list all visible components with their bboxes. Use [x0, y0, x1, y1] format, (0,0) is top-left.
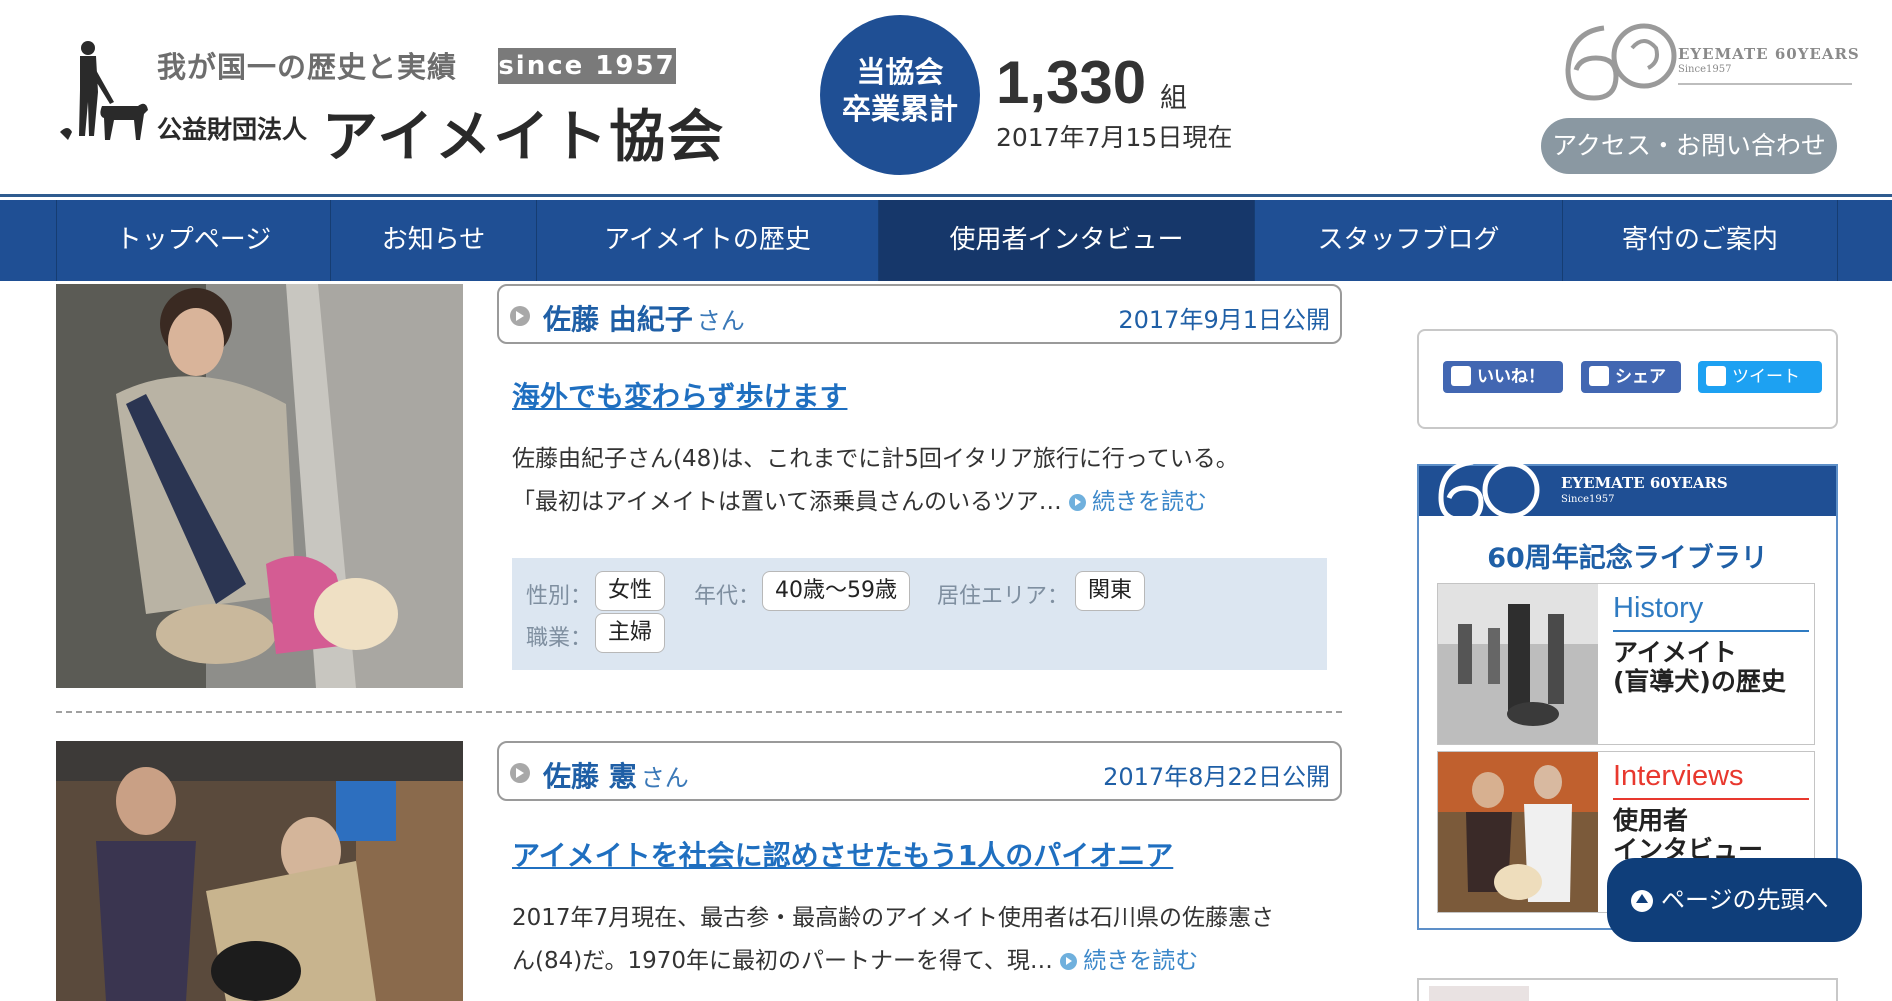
interview-header: 佐藤 憲さん 2017年8月22日公開 [497, 741, 1342, 801]
nav-item-top[interactable]: トップページ [56, 200, 330, 281]
nav-divider [1837, 200, 1838, 281]
library-banner-subtext: Since1957 [1561, 494, 1615, 505]
nav-item-donation[interactable]: 寄付のご案内 [1562, 200, 1837, 281]
interviewee-name-text: 佐藤 由紀子 [543, 303, 693, 336]
back-to-top-label: ページの先頭へ [1661, 886, 1829, 914]
graduates-unit: 組 [1160, 83, 1187, 114]
sidebar-next-box [1417, 978, 1838, 1001]
tag-job[interactable]: 主婦 [595, 613, 666, 653]
read-more-label: 続きを読む [1083, 948, 1199, 974]
read-more-link[interactable]: 続きを読む [1069, 489, 1207, 515]
back-to-top-button[interactable]: ページの先頭へ [1607, 858, 1862, 942]
library-item-jp-line: 使用者 [1613, 806, 1689, 835]
graduates-circle-line2: 卒業累計 [841, 92, 958, 126]
nav-item-history[interactable]: アイメイトの歴史 [536, 200, 878, 281]
anniversary-text: EYEMATE 60YEARS [1678, 45, 1860, 63]
facebook-icon [1589, 366, 1609, 386]
publish-date: 2017年9月1日公開 [1118, 306, 1330, 334]
library-item-jp: アイメイト (盲導犬)の歴史 [1613, 638, 1786, 696]
graduates-circle: 当協会 卒業累計 [820, 15, 980, 175]
entry-divider [56, 711, 1342, 713]
graduates-count: 1,330 [996, 49, 1147, 116]
read-more-link[interactable]: 続きを読む [1060, 948, 1198, 974]
share-label: シェア [1615, 367, 1666, 387]
sidebar-next-thumbnail [1429, 986, 1529, 1001]
twitter-bird-icon [1706, 366, 1726, 386]
interviewee-name[interactable]: 佐藤 由紀子 さん [543, 298, 745, 338]
honorific: さん [696, 307, 745, 335]
since-badge: since 1957 [498, 48, 676, 84]
tag-age[interactable]: 40歳～59歳 [762, 571, 910, 611]
social-share-box: いいね！ シェア ツイート [1417, 329, 1838, 429]
arrow-up-icon [1631, 890, 1653, 912]
library-banner: EYEMATE 60YEARS Since1957 [1419, 459, 1836, 523]
library-item-rule [1613, 630, 1809, 632]
site-header: 我が国一の歴史と実績 since 1957 公益財団法人 アイメイト協会 当協会… [0, 0, 1892, 197]
graduates-circle-line1: 当協会 [856, 55, 944, 89]
tagline: 我が国一の歴史と実績 [157, 50, 458, 84]
interview-photo[interactable] [56, 284, 463, 688]
facebook-like-button[interactable]: いいね！ [1443, 361, 1563, 393]
excerpt-line: 「最初はアイメイトは置いて添乗員さんのいるツア… [512, 489, 1062, 515]
library-item-rule [1613, 798, 1809, 800]
interview-title-link[interactable]: 海外でも変わらず歩けます [512, 375, 847, 415]
arrow-right-icon [1069, 494, 1087, 511]
honorific: さん [640, 764, 689, 792]
anniversary-60-icon [1438, 459, 1540, 523]
excerpt-line: ん(84)だ。1970年に最初のパートナーを得て、現… [512, 948, 1053, 974]
library-item-en: Interviews [1613, 760, 1744, 792]
access-contact-button[interactable]: アクセス・お問い合わせ [1541, 118, 1837, 174]
interview-photo[interactable] [56, 741, 463, 1001]
interviews-photo [1438, 752, 1598, 912]
graduates-as-of: 2017年7月15日現在 [996, 123, 1233, 152]
interview-header: 佐藤 由紀子 さん 2017年9月1日公開 [497, 284, 1342, 344]
thumbs-up-icon [1451, 366, 1471, 386]
interview-excerpt: 佐藤由紀子さん(48)は、これまでに計5回イタリア旅行に行っている。 「最初はア… [512, 438, 1332, 524]
tag-label-age: 年代： [694, 584, 761, 609]
tag-area[interactable]: 関東 [1075, 571, 1146, 611]
nav-item-news[interactable]: お知らせ [330, 200, 536, 281]
history-photo [1438, 584, 1598, 744]
arrow-right-icon [510, 306, 530, 326]
guide-dog-logo-icon [60, 41, 148, 140]
publish-date: 2017年8月22日公開 [1103, 763, 1330, 791]
interview-excerpt: 2017年7月現在、最古参・最高齢のアイメイト使用者は石川県の佐藤憲さ ん(84… [512, 897, 1332, 983]
library-item-jp-line: アイメイト [1613, 638, 1737, 667]
interview-title-link[interactable]: アイメイトを社会に認めさせたもう1人のパイオニア [512, 834, 1173, 874]
nav-item-staff-blog[interactable]: スタッフブログ [1254, 200, 1562, 281]
tag-label-job: 職業： [526, 626, 593, 651]
library-banner-text: EYEMATE 60YEARS [1561, 474, 1728, 492]
library-item-history[interactable]: History アイメイト (盲導犬)の歴史 [1437, 583, 1815, 745]
anniversary-subtext: Since1957 [1678, 64, 1732, 75]
tweet-label: ツイート [1732, 367, 1800, 387]
facebook-share-button[interactable]: シェア [1581, 361, 1681, 393]
library-item-jp-line: (盲導犬)の歴史 [1613, 667, 1786, 696]
tweet-button[interactable]: ツイート [1698, 361, 1822, 393]
tag-label-gender: 性別： [526, 584, 593, 609]
interviewee-name[interactable]: 佐藤 憲さん [543, 755, 689, 795]
library-item-en: History [1613, 592, 1704, 624]
excerpt-line: 2017年7月現在、最古参・最高齢のアイメイト使用者は石川県の佐藤憲さ [512, 905, 1275, 931]
main-nav: トップページ お知らせ アイメイトの歴史 使用者インタビュー スタッフブログ 寄… [0, 200, 1892, 281]
site-logo-text[interactable]: アイメイト協会 [322, 92, 725, 173]
like-label: いいね！ [1477, 367, 1545, 387]
arrow-right-icon [510, 763, 530, 783]
excerpt-line: 佐藤由紀子さん(48)は、これまでに計5回イタリア旅行に行っている。 [512, 446, 1239, 472]
nav-item-interviews[interactable]: 使用者インタビュー [878, 200, 1254, 281]
interviewee-name-text: 佐藤 憲 [543, 760, 637, 793]
library-item-jp: 使用者 インタビュー [1613, 806, 1763, 864]
tag-gender[interactable]: 女性 [595, 571, 666, 611]
read-more-label: 続きを読む [1092, 489, 1208, 515]
org-prefix: 公益財団法人 [157, 115, 308, 144]
arrow-right-icon [1060, 953, 1078, 970]
library-title: 60周年記念ライブラリ [1487, 543, 1768, 574]
tag-label-area: 居住エリア： [937, 584, 1070, 609]
profile-tags: 性別： 女性 年代： 40歳～59歳 居住エリア： 関東 職業： 主婦 [512, 558, 1327, 670]
